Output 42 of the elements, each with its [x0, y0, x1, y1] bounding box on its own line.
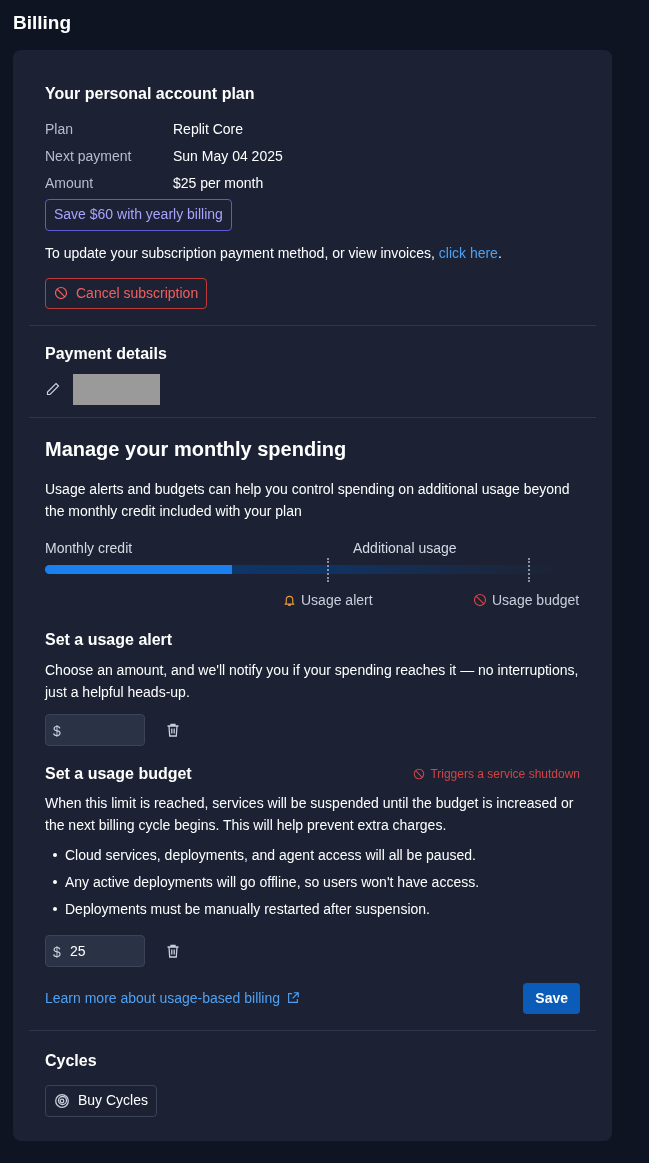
section-heading: Payment details [45, 343, 168, 364]
buy-cycles-button[interactable]: Buy Cycles [45, 1084, 158, 1117]
row-value: Replit Core [173, 119, 244, 139]
section-heading: Your personal account plan [45, 83, 256, 104]
yearly-billing-button[interactable]: Save $60 with yearly billing [45, 198, 232, 231]
row-label: Next payment [45, 146, 133, 166]
section-heading: Manage your monthly spending [45, 436, 348, 462]
prohibited-icon [54, 286, 68, 300]
trash-icon[interactable] [165, 721, 181, 738]
meter-marker-label: Usage alert [301, 590, 373, 610]
description-text: When this limit is reached, services will be suspended until the budget is increased or the next billing cycle begins. This will help prevent extra charges. [45, 793, 575, 835]
bell-icon [283, 593, 296, 607]
bullet-text: Cloud services, deployments, and agent access will all be paused. [65, 845, 476, 865]
section-heading: Set a usage budget [45, 763, 192, 784]
amount-field[interactable] [45, 713, 145, 746]
cancel-subscription-button[interactable]: Cancel subscription [45, 277, 208, 309]
row-value: $25 per month [173, 173, 264, 193]
meter-label: Monthly credit [45, 538, 133, 558]
meter-label: Additional usage [353, 538, 457, 558]
external-link-icon [286, 991, 301, 1005]
row-label: Amount [45, 173, 95, 193]
meter-marker-label: Usage budget [492, 590, 580, 610]
section-heading: Cycles [45, 1050, 98, 1071]
page-title: Billing [12, 11, 73, 35]
bullet-text: Any active deployments will go offline, so users won't have access. [65, 872, 480, 892]
bullet-text: Deployments must be manually restarted after suspension. [65, 899, 430, 919]
prohibited-icon [473, 593, 487, 607]
section-heading: Set a usage alert [45, 629, 174, 650]
prohibited-icon [413, 767, 426, 780]
dollar-prefix: $ [53, 721, 61, 741]
description-text: Choose an amount, and we'll notify you if your spending reaches it — no interruptions, just a helpful heads-up. [45, 660, 580, 702]
save-button[interactable]: Save [523, 982, 580, 1014]
update-text: To update your subscription payment method, or view invoices, click here. [45, 243, 503, 263]
row-value: Sun May 04 2025 [173, 146, 283, 166]
pencil-icon[interactable] [45, 381, 61, 397]
dollar-prefix: $ [53, 942, 61, 962]
trash-icon[interactable] [165, 942, 181, 959]
learn-more-link[interactable]: Learn more about usage-based billing [45, 987, 301, 1009]
warning-text: Triggers a service shutdown [430, 765, 580, 783]
row-label: Plan [45, 119, 75, 139]
click-here-link[interactable]: click here [438, 244, 498, 261]
description-text: Usage alerts and budgets can help you control spending on additional usage beyond the monthly credit included with your plan [45, 479, 571, 521]
